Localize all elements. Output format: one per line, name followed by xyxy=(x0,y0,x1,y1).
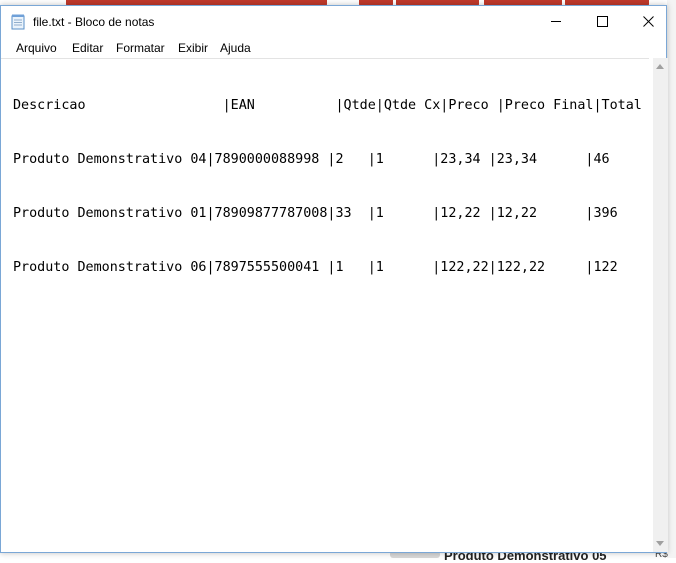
vertical-scrollbar[interactable] xyxy=(653,58,668,552)
text-line: Produto Demonstrativo 01|78909877787008|… xyxy=(13,206,618,221)
menu-formatar[interactable]: Formatar xyxy=(116,41,165,55)
menu-editar[interactable]: Editar xyxy=(72,41,103,55)
text-line: Produto Demonstrativo 06|7897555500041 |… xyxy=(13,260,618,275)
window-title: file.txt - Bloco de notas xyxy=(33,15,155,29)
notepad-window: file.txt - Bloco de notas Arquivo Editar… xyxy=(0,5,668,553)
title-bar[interactable]: file.txt - Bloco de notas xyxy=(1,6,666,37)
maximize-icon xyxy=(596,16,608,27)
scroll-up-icon[interactable] xyxy=(656,64,664,69)
document-text[interactable]: Descricao |EAN |Qtde|Qtde Cx|Preco |Prec… xyxy=(13,61,642,313)
menu-arquivo[interactable]: Arquivo xyxy=(16,41,57,55)
text-line-header: Descricao |EAN |Qtde|Qtde Cx|Preco |Prec… xyxy=(13,98,642,113)
menu-exibir[interactable]: Exibir xyxy=(178,41,208,55)
close-icon xyxy=(642,16,654,27)
minimize-button[interactable] xyxy=(533,6,579,37)
maximize-button[interactable] xyxy=(579,6,625,37)
menu-bar: Arquivo Editar Formatar Exibir Ajuda xyxy=(1,38,666,58)
background-app-strip xyxy=(667,0,676,558)
text-editor[interactable]: Descricao |EAN |Qtde|Qtde Cx|Preco |Prec… xyxy=(1,58,649,553)
menu-ajuda[interactable]: Ajuda xyxy=(220,41,251,55)
close-button[interactable] xyxy=(625,6,671,37)
scroll-down-icon[interactable] xyxy=(656,541,664,546)
text-line: Produto Demonstrativo 04|7890000088998 |… xyxy=(13,152,610,167)
notepad-icon xyxy=(11,14,25,30)
minimize-icon xyxy=(551,21,561,22)
